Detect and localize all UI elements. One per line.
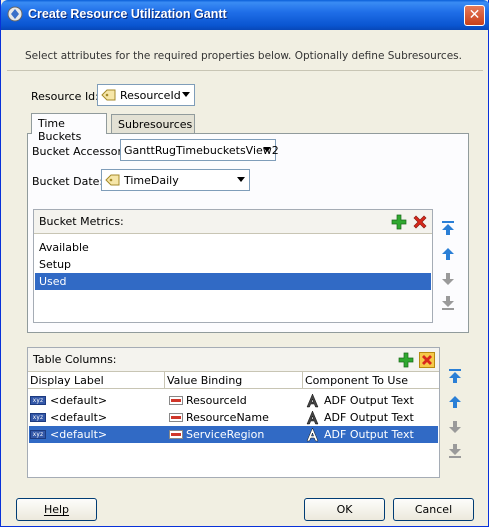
- list-item[interactable]: Setup: [35, 256, 431, 273]
- text-type-icon: xyz: [30, 430, 46, 439]
- window-title: Create Resource Utilization Gantt: [28, 7, 227, 21]
- dialog-window: Create Resource Utilization Gantt ✕ Sele…: [0, 0, 489, 527]
- move-bottom-icon[interactable]: [447, 443, 463, 459]
- column-header-value-binding[interactable]: Value Binding: [165, 372, 303, 389]
- cell-component: ADF Output Text: [324, 428, 414, 441]
- chevron-down-icon: [182, 92, 190, 97]
- app-icon: [7, 6, 23, 22]
- adf-text-icon: [306, 427, 319, 442]
- binding-icon: [169, 430, 183, 439]
- table-row[interactable]: xyz <default> ResourceName ADF Output Tex…: [29, 409, 438, 426]
- cell-value-binding: ServiceRegion: [186, 428, 265, 441]
- table-columns-title: Table Columns:: [33, 353, 117, 366]
- delete-icon[interactable]: [412, 214, 428, 230]
- move-up-icon[interactable]: [447, 394, 463, 410]
- add-icon[interactable]: [391, 214, 407, 230]
- adf-text-icon: [306, 393, 319, 408]
- table-row[interactable]: xyz <default> ResourceId ADF Output Text: [29, 392, 438, 409]
- table-row[interactable]: xyz <default> ServiceRegion ADF Output Te…: [29, 426, 438, 443]
- resource-id-value: ResourceId: [120, 88, 181, 102]
- move-top-icon[interactable]: [447, 368, 463, 384]
- column-header-display-label[interactable]: Display Label: [28, 372, 165, 389]
- cell-component: ADF Output Text: [324, 411, 414, 424]
- bucket-date-label: Bucket Date:: [32, 175, 104, 188]
- bucket-date-combo[interactable]: TimeDaily: [101, 169, 250, 191]
- tab-label: Time Buckets: [38, 117, 82, 143]
- title-bar: Create Resource Utilization Gantt ✕: [1, 0, 489, 30]
- bucket-accessor-value: GanttRugTimebucketsView2: [124, 143, 279, 157]
- cancel-button[interactable]: Cancel: [393, 498, 474, 521]
- ok-button[interactable]: OK: [304, 498, 385, 521]
- table-columns-header: Table Columns:: [28, 348, 439, 372]
- intro-text: Select attributes for the required prope…: [25, 50, 462, 62]
- separator: [7, 70, 483, 71]
- chevron-down-icon: [263, 147, 271, 152]
- ok-button-label: OK: [336, 503, 353, 516]
- move-down-icon[interactable]: [447, 419, 463, 435]
- cell-component: ADF Output Text: [324, 394, 414, 407]
- tab-subresources[interactable]: Subresources: [111, 114, 195, 134]
- bucket-metrics-header: Bucket Metrics:: [34, 210, 432, 234]
- help-button[interactable]: Help: [16, 498, 97, 521]
- close-icon: ✕: [468, 7, 481, 23]
- close-button[interactable]: ✕: [464, 5, 485, 26]
- text-type-icon: xyz: [30, 396, 46, 405]
- time-buckets-panel: Bucket Accessor: GanttRugTimebucketsView…: [27, 133, 469, 333]
- adf-text-icon: [306, 410, 319, 425]
- move-top-icon[interactable]: [440, 220, 456, 236]
- tag-icon: [101, 89, 116, 101]
- binding-icon: [169, 396, 183, 405]
- column-header-component[interactable]: Component To Use: [303, 372, 439, 389]
- cell-value-binding: ResourceId: [186, 394, 247, 407]
- bucket-date-value: TimeDaily: [124, 173, 179, 187]
- bucket-metrics-title: Bucket Metrics:: [39, 215, 124, 228]
- chevron-down-icon: [237, 177, 245, 182]
- move-up-icon[interactable]: [440, 246, 456, 262]
- bucket-metrics-list: Bucket Metrics: Available Setup Used: [33, 209, 433, 323]
- cell-display-label: <default>: [50, 411, 108, 424]
- bucket-accessor-label: Bucket Accessor:: [32, 145, 126, 158]
- move-bottom-icon[interactable]: [440, 295, 456, 311]
- cancel-button-label: Cancel: [414, 503, 453, 516]
- tag-icon: [105, 174, 120, 186]
- resource-id-label: Resource Id:: [31, 90, 99, 103]
- cell-display-label: <default>: [50, 394, 108, 407]
- cell-display-label: <default>: [50, 428, 108, 441]
- delete-icon[interactable]: [419, 352, 435, 368]
- text-type-icon: xyz: [30, 413, 46, 422]
- help-button-label: Help: [43, 503, 70, 516]
- resource-id-combo[interactable]: ResourceId: [97, 84, 195, 106]
- binding-icon: [169, 413, 183, 422]
- table-columns-table: Table Columns: Display Label Value Bindi…: [27, 347, 440, 478]
- list-item[interactable]: Available: [35, 239, 431, 256]
- tab-label: Subresources: [118, 118, 193, 131]
- move-down-icon[interactable]: [440, 271, 456, 287]
- table-column-headers: Display Label Value Binding Component To…: [28, 372, 439, 389]
- add-icon[interactable]: [398, 352, 414, 368]
- cell-value-binding: ResourceName: [186, 411, 269, 424]
- list-item[interactable]: Used: [35, 273, 431, 290]
- tab-time-buckets[interactable]: Time Buckets: [31, 113, 107, 143]
- bucket-accessor-combo[interactable]: GanttRugTimebucketsView2: [120, 139, 279, 161]
